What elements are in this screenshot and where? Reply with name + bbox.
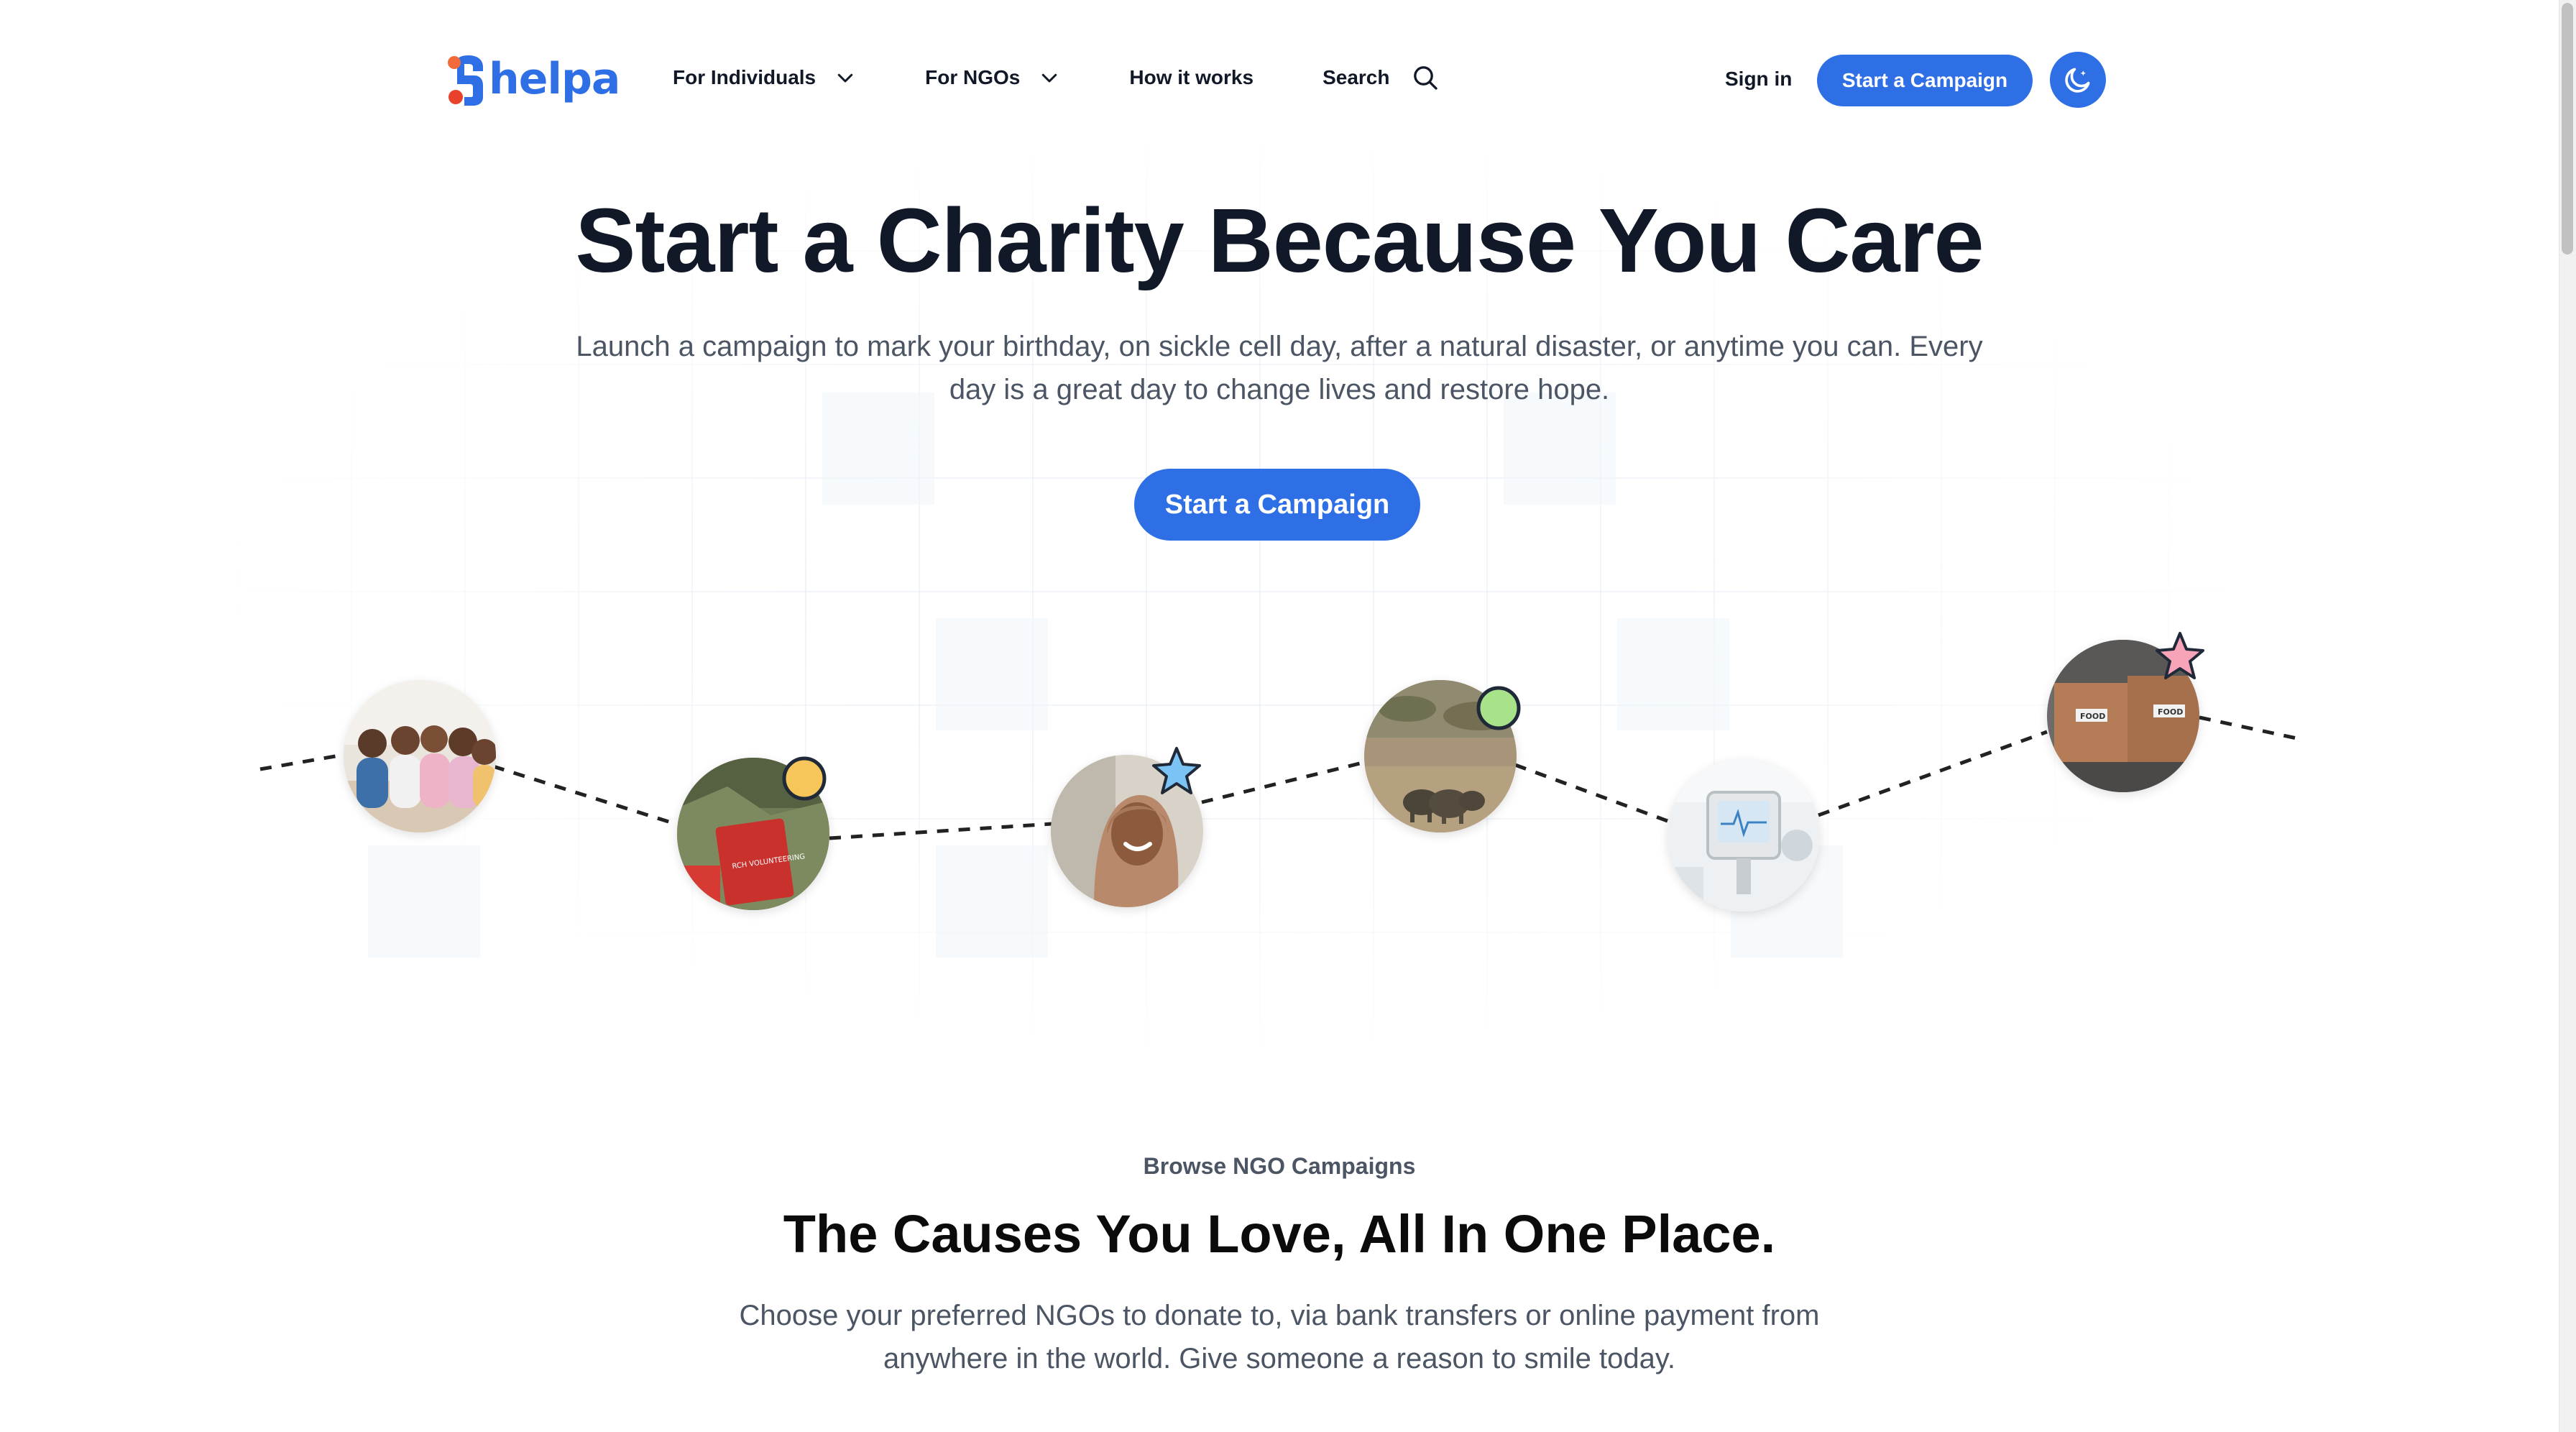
nav-for-individuals[interactable]: For Individuals — [673, 66, 856, 89]
scrollbar-thumb[interactable] — [2562, 3, 2573, 254]
nav-for-individuals-label: For Individuals — [673, 66, 816, 88]
moon-icon — [2065, 68, 2090, 93]
nav-for-ngos[interactable]: For NGOs — [925, 66, 1060, 89]
sign-in-link[interactable]: Sign in — [1725, 68, 1792, 91]
pink-star-badge — [2156, 632, 2204, 679]
chevron-down-icon — [837, 73, 853, 83]
browse-title: The Causes You Love, All In One Place. — [783, 1204, 1776, 1264]
yellow-dot-badge — [782, 756, 827, 801]
hero-start-campaign-button[interactable]: Start a Campaign — [1134, 469, 1420, 541]
search-icon — [1414, 66, 1438, 90]
nav-how-it-works[interactable]: How it works — [1129, 66, 1254, 89]
browse-subtitle: Choose your preferred NGOs to donate to,… — [739, 1300, 1820, 1374]
helpa-logo[interactable]: helpa — [447, 50, 620, 108]
theme-toggle-button[interactable] — [2050, 52, 2106, 108]
food-box-label: FOOD — [2158, 707, 2183, 717]
food-box-label: FOOD — [2080, 712, 2105, 721]
nav-search[interactable]: Search — [1322, 63, 1440, 92]
blue-star-badge — [1152, 747, 1201, 794]
hospital-monitor-photo[interactable] — [1668, 759, 1820, 912]
group-of-friends-photo[interactable] — [344, 680, 496, 832]
hero-subtitle: Launch a campaign to mark your birthday,… — [576, 331, 1983, 405]
landing-page: helpa For Individuals For NGOs How it wo… — [0, 0, 2576, 1432]
nav-how-it-works-label: How it works — [1129, 66, 1254, 88]
browse-eyebrow: Browse NGO Campaigns — [1143, 1153, 1416, 1179]
green-dot-badge — [1476, 686, 1521, 730]
logo-wordmark: helpa — [489, 54, 620, 104]
chevron-down-icon — [1042, 73, 1057, 83]
nav-search-label: Search — [1322, 66, 1390, 88]
hero-title: Start a Charity Because You Care — [575, 190, 1984, 291]
logo-mark-icon — [447, 54, 486, 106]
nav-for-ngos-label: For NGOs — [925, 66, 1021, 88]
page-scrollbar[interactable] — [2559, 0, 2576, 1432]
site-header: helpa For Individuals For NGOs How it wo… — [0, 0, 2559, 162]
header-start-campaign-button[interactable]: Start a Campaign — [1817, 55, 2033, 106]
main-nav: For Individuals For NGOs How it works Se… — [673, 63, 1509, 92]
campaign-photo-timeline: RCH VOLUNTEERING FOOD FOOD — [0, 618, 2559, 935]
